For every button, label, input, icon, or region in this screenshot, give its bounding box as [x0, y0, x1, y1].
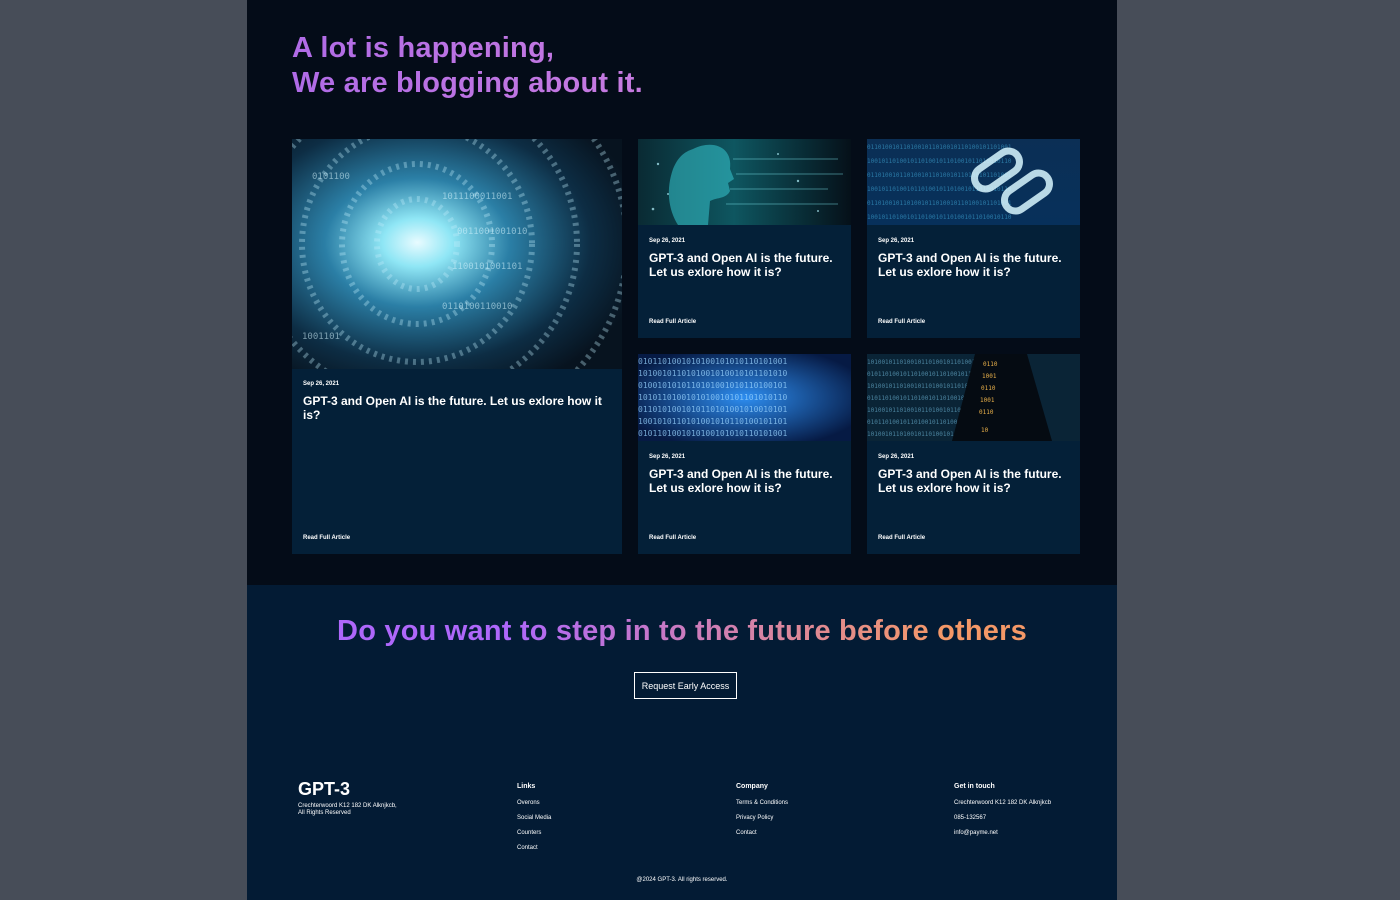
footer-company-column: Company Terms & Conditions Privacy Polic…	[736, 783, 788, 845]
svg-text:011010010110100101101001011010: 0110100101101001011010010110100101101001	[867, 200, 1012, 207]
cta-section: Do you want to step in to the future bef…	[247, 585, 1117, 900]
blog-card-date: Sep 26, 2021	[649, 454, 686, 460]
request-early-access-button[interactable]: Request Early Access	[634, 672, 737, 699]
blog-card[interactable]: Sep 26, 2021 GPT-3 and Open AI is the fu…	[638, 139, 851, 338]
svg-text:0110: 0110	[983, 361, 998, 368]
footer-contact-address: Crechterwoord K12 182 DK Alknjkcb	[954, 800, 1052, 806]
footer-contact-phone[interactable]: 085-132567	[954, 815, 1051, 822]
svg-text:1001: 1001	[982, 373, 997, 380]
svg-text:0110100110010: 0110100110010	[442, 302, 512, 312]
read-full-article-link[interactable]: Read Full Article	[649, 319, 696, 325]
svg-text:010110100101010010101011010100: 0101101001010100101010110101001	[638, 429, 787, 438]
read-full-article-link[interactable]: Read Full Article	[303, 535, 350, 541]
svg-text:011010100101011010100101001010: 0110101001010110101001010010101	[638, 405, 787, 414]
blog-card-date: Sep 26, 2021	[878, 238, 915, 244]
blog-card-content: Sep 26, 2021 GPT-3 and Open AI is the fu…	[878, 454, 1069, 495]
svg-text:0110: 0110	[979, 409, 994, 416]
blog-card[interactable]: 1010010110100101101001011010010110100101…	[867, 354, 1080, 554]
blog-card-title[interactable]: GPT-3 and Open AI is the future. Let us …	[303, 394, 611, 422]
footer-link-privacy[interactable]: Privacy Policy	[736, 815, 788, 822]
svg-text:100101101001011010010110100101: 1001011010010110100101101001011010010110	[867, 214, 1012, 221]
footer-link-company-contact[interactable]: Contact	[736, 830, 788, 837]
svg-text:1001: 1001	[980, 397, 995, 404]
svg-text:101011010010101001010110101011: 1010110100101010010101101010110	[638, 393, 787, 402]
blog-card-content: Sep 26, 2021 GPT-3 and Open AI is the fu…	[878, 238, 1069, 279]
read-full-article-link[interactable]: Read Full Article	[878, 319, 925, 325]
footer-contact-column: Get in touch Crechterwoord K12 182 DK Al…	[954, 783, 1051, 845]
read-full-article-link[interactable]: Read Full Article	[649, 535, 696, 541]
blog-card[interactable]: 0110100101101001011010010110100101101001…	[867, 139, 1080, 338]
footer-link-social-media[interactable]: Social Media	[517, 815, 551, 822]
cta-heading: Do you want to step in to the future bef…	[247, 615, 1117, 648]
svg-text:1011100011001: 1011100011001	[442, 192, 512, 202]
svg-text:011010010110100101101001011010: 0110100101101001011010010110100101101001	[867, 172, 1012, 179]
footer: GPT-3 Crechterwoord K12 182 DK Alknjkcb,…	[247, 775, 1117, 900]
footer-address: Crechterwoord K12 182 DK Alknjkcb, All R…	[298, 803, 397, 817]
footer-contact-email[interactable]: info@payme.net	[954, 830, 1051, 837]
binary-warning-image: 1010010110100101101001011010010110100101…	[867, 354, 1080, 441]
binary-tunnel-image: 1011100011001 0011001001010 110010100110…	[292, 139, 622, 369]
svg-text:10: 10	[981, 427, 989, 434]
footer-link-terms[interactable]: Terms & Conditions	[736, 800, 788, 807]
svg-text:010010101011010100101011010010: 0100101010110101001010110100101	[638, 381, 787, 390]
ai-face-image	[638, 139, 851, 225]
binary-code-image: 0101101001010100101010110101001 10100101…	[638, 354, 851, 441]
svg-text:011010010110100101101001011010: 0110100101101001011010010110100101101001	[867, 144, 1012, 151]
svg-text:101001011010100101001010110101: 1010010110101001010010101101010	[638, 369, 787, 378]
blog-section: A lot is happening, We are blogging abou…	[247, 0, 1117, 585]
landing-page: A lot is happening, We are blogging abou…	[247, 0, 1117, 900]
blog-heading-line-2: We are blogging about it.	[292, 67, 643, 99]
footer-address-line: Crechterwoord K12 182 DK Alknjkcb,	[298, 803, 397, 809]
blog-heading-line-1: A lot is happening,	[292, 32, 555, 64]
svg-text:0011001001010: 0011001001010	[457, 227, 527, 237]
read-full-article-link[interactable]: Read Full Article	[878, 535, 925, 541]
footer-link-contact[interactable]: Contact	[517, 845, 551, 852]
blog-card-title[interactable]: GPT-3 and Open AI is the future. Let us …	[649, 467, 840, 495]
footer-link-counters[interactable]: Counters	[517, 830, 551, 837]
footer-company-heading: Company	[736, 783, 768, 790]
footer-logo[interactable]: GPT-3	[298, 779, 350, 800]
svg-text:010110100101010010101011010100: 0101101001010100101010110101001	[638, 357, 787, 366]
svg-text:0110: 0110	[981, 385, 996, 392]
svg-text:0101100: 0101100	[312, 172, 350, 182]
footer-contact-heading: Get in touch	[954, 783, 995, 790]
blog-card-featured[interactable]: 1011100011001 0011001001010 110010100110…	[292, 139, 622, 554]
svg-text:100101011010100101011010010110: 1001010110101001010110100101101	[638, 417, 787, 426]
blog-card-date: Sep 26, 2021	[649, 238, 686, 244]
footer-links-heading: Links	[517, 783, 536, 790]
blog-card-date: Sep 26, 2021	[878, 454, 915, 460]
svg-text:1001101: 1001101	[302, 332, 340, 342]
blog-card-content: Sep 26, 2021 GPT-3 and Open AI is the fu…	[303, 381, 611, 422]
chain-link-image: 0110100101101001011010010110100101101001…	[867, 139, 1080, 225]
blog-card-date: Sep 26, 2021	[303, 381, 340, 387]
blog-card-content: Sep 26, 2021 GPT-3 and Open AI is the fu…	[649, 454, 840, 495]
footer-links-column: Links Overons Social Media Counters Cont…	[517, 783, 551, 860]
blog-card[interactable]: 0101101001010100101010110101001 10100101…	[638, 354, 851, 554]
blog-heading: A lot is happening, We are blogging abou…	[292, 31, 643, 101]
blog-card-content: Sep 26, 2021 GPT-3 and Open AI is the fu…	[649, 238, 840, 279]
footer-link-overons[interactable]: Overons	[517, 800, 551, 807]
blog-card-title[interactable]: GPT-3 and Open AI is the future. Let us …	[878, 251, 1069, 279]
svg-text:1100101001101: 1100101001101	[452, 262, 522, 272]
footer-copyright: @2024 GPT-3. All rights reserved.	[636, 877, 728, 883]
blog-card-title[interactable]: GPT-3 and Open AI is the future. Let us …	[878, 467, 1069, 495]
footer-rights: All Rights Reserved	[298, 810, 351, 816]
blog-card-title[interactable]: GPT-3 and Open AI is the future. Let us …	[649, 251, 840, 279]
